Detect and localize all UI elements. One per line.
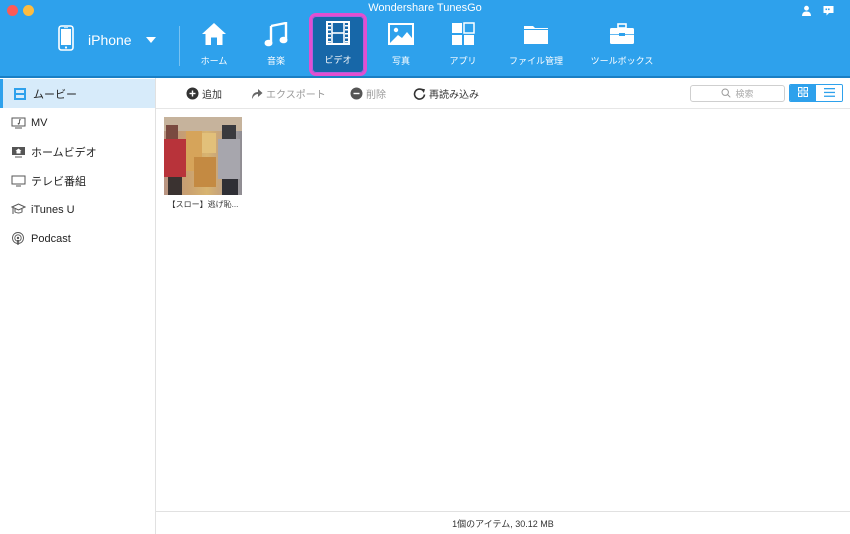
nav-tab-label: アプリ	[449, 56, 477, 66]
podcast-icon	[10, 231, 26, 246]
add-button[interactable]: 追加	[186, 86, 222, 101]
graduation-cap-icon	[10, 203, 26, 217]
video-item[interactable]: 【スロー】逃げ恥...	[164, 117, 242, 210]
nav-tab-video[interactable]: ビデオ	[309, 13, 367, 76]
user-icon[interactable]	[800, 4, 812, 16]
delete-label: 削除	[366, 90, 386, 101]
device-selector[interactable]: iPhone	[58, 24, 156, 56]
nav-tab-label: ホーム	[200, 56, 228, 66]
sidebar-item-tv-shows[interactable]: テレビ番組	[0, 166, 155, 195]
search-placeholder: 検索	[735, 89, 754, 99]
sidebar-item-label: MV	[31, 116, 48, 129]
toolbar: 追加 エクスポート 削除 再読み込み 検索	[156, 78, 850, 109]
sidebar-item-itunes-u[interactable]: iTunes U	[0, 195, 155, 224]
grid-view-button[interactable]	[790, 85, 816, 101]
chevron-down-icon[interactable]	[145, 37, 156, 43]
nav-tab-label: 写真	[391, 56, 410, 66]
home-video-icon	[10, 145, 26, 159]
video-title: 【スロー】逃げ恥...	[167, 200, 239, 209]
nav-tab-label: ビデオ	[324, 55, 352, 65]
header-bar: Wondershare TunesGo iPhone ホーム 音楽 ビデオ 写真…	[0, 0, 850, 78]
export-button[interactable]: エクスポート	[250, 86, 326, 101]
search-icon	[721, 87, 732, 100]
video-thumbnail	[164, 117, 242, 195]
search-input[interactable]: 検索	[690, 85, 785, 102]
window-title: Wondershare TunesGo	[368, 2, 482, 14]
add-label: 追加	[202, 90, 222, 101]
minus-circle-icon	[350, 87, 363, 100]
nav-tab-apps[interactable]: アプリ	[434, 14, 492, 76]
refresh-label: 再読み込み	[429, 90, 479, 101]
photo-icon	[386, 20, 416, 48]
toolbox-icon	[607, 20, 637, 48]
film-icon	[323, 19, 353, 47]
export-arrow-icon	[250, 87, 263, 100]
nav-tab-label: 音楽	[266, 56, 285, 66]
movie-icon	[12, 87, 28, 101]
refresh-button[interactable]: 再読み込み	[413, 86, 479, 101]
view-mode-toggle	[789, 84, 843, 102]
sidebar-item-mv[interactable]: MV	[0, 108, 155, 137]
apps-icon	[448, 20, 478, 48]
home-icon	[199, 20, 229, 48]
folder-icon	[521, 20, 551, 48]
music-icon	[261, 20, 291, 48]
sidebar-item-home-video[interactable]: ホームビデオ	[0, 137, 155, 166]
plus-circle-icon	[186, 87, 199, 100]
list-icon	[823, 85, 835, 101]
refresh-icon	[413, 87, 426, 100]
feedback-icon[interactable]	[822, 4, 834, 16]
tunesgo-window: Wondershare TunesGo iPhone ホーム 音楽 ビデオ 写真…	[0, 0, 850, 534]
nav-tab-photo[interactable]: 写真	[372, 14, 430, 76]
header-icons	[800, 4, 834, 16]
nav-tab-home[interactable]: ホーム	[185, 14, 243, 76]
delete-button[interactable]: 削除	[350, 86, 386, 101]
nav-tab-toolbox[interactable]: ツールボックス	[589, 14, 655, 76]
sidebar-item-label: iTunes U	[31, 203, 75, 216]
sidebar-item-podcast[interactable]: Podcast	[0, 224, 155, 253]
device-name: iPhone	[88, 32, 132, 48]
status-text: 1個のアイテム, 30.12 MB	[452, 518, 554, 529]
sidebar-item-label: テレビ番組	[31, 175, 86, 188]
sidebar-item-label: Podcast	[31, 232, 71, 245]
nav-tab-label: ファイル管理	[508, 56, 563, 66]
sidebar-item-label: ムービー	[33, 88, 77, 101]
export-label: エクスポート	[266, 90, 326, 101]
iphone-icon	[58, 24, 74, 56]
music-video-icon	[10, 116, 26, 130]
nav-tab-file-manager[interactable]: ファイル管理	[505, 14, 567, 76]
list-view-button[interactable]	[816, 85, 842, 101]
tv-icon	[10, 174, 26, 188]
status-bar: 1個のアイテム, 30.12 MB	[156, 511, 850, 534]
video-grid: 【スロー】逃げ恥...	[156, 109, 850, 511]
grid-icon	[798, 85, 808, 101]
nav-tab-music[interactable]: 音楽	[247, 14, 305, 76]
sidebar-item-movies[interactable]: ムービー	[0, 79, 155, 108]
sidebar: ムービー MV ホームビデオ テレビ番組 iTunes U Podcast	[0, 78, 156, 534]
header-divider	[179, 26, 180, 66]
nav-tab-label: ツールボックス	[590, 56, 654, 66]
sidebar-item-label: ホームビデオ	[31, 146, 97, 159]
